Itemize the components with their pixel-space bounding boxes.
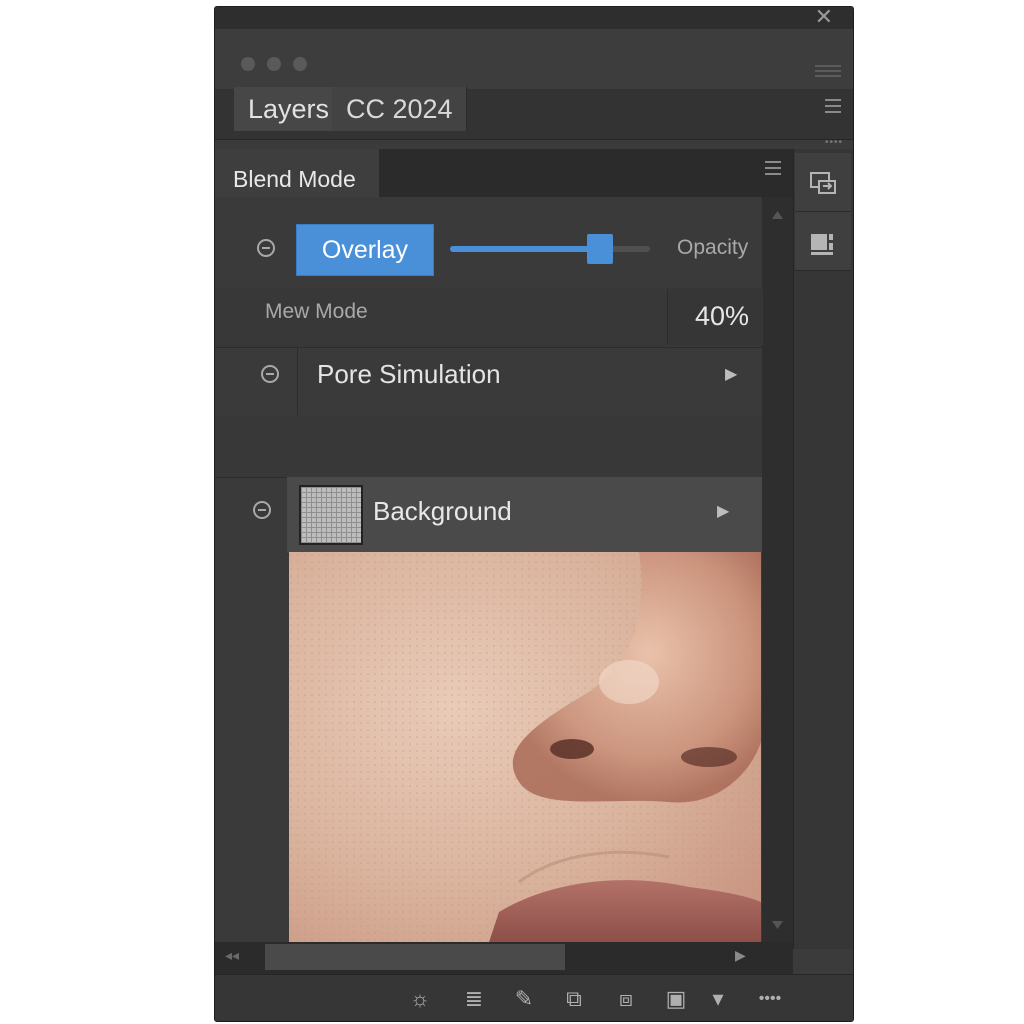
link-icon[interactable]: ⧈ — [611, 982, 641, 1016]
layer-visibility-icon[interactable] — [253, 501, 271, 519]
chevron-down-icon[interactable]: ▾ — [703, 982, 733, 1016]
visibility-toggle-icon[interactable] — [257, 239, 275, 257]
layer-thumbnail — [299, 485, 363, 545]
arrange-button[interactable] — [795, 153, 851, 212]
mode-label: Mew Mode — [265, 300, 368, 323]
window-dot-icon[interactable] — [267, 57, 281, 71]
close-icon[interactable]: ✕ — [815, 7, 833, 29]
window-dot-icon[interactable] — [241, 57, 255, 71]
expand-arrow-icon[interactable]: ▶ — [725, 364, 737, 384]
tab-blend-mode[interactable]: Blend Mode — [215, 149, 379, 197]
opacity-label: Opacity — [677, 236, 749, 259]
opacity-slider-handle[interactable] — [587, 234, 613, 264]
mode-value-box[interactable]: 40% — [667, 289, 763, 345]
tab-cc-2024[interactable]: CC 2024 — [332, 87, 467, 131]
brush-icon[interactable]: ✎ — [509, 982, 539, 1016]
arrange-icon — [810, 172, 836, 194]
layers-panel: ✕ Layers CC 2024 •••• Blend Mode Overlay… — [214, 6, 854, 1022]
layer-name: Pore Simulation — [317, 359, 501, 389]
window-dot-icon[interactable] — [293, 57, 307, 71]
skin-preview-image — [289, 552, 761, 942]
opacity-slider-fill — [450, 246, 600, 252]
scroll-down-icon[interactable] — [762, 915, 793, 935]
drag-grip-icon[interactable] — [815, 65, 841, 80]
scroll-up-icon[interactable] — [762, 205, 793, 225]
list-icon[interactable]: ≣ — [459, 982, 489, 1016]
scroll-right-icon[interactable]: ▶ — [735, 947, 746, 964]
panel-top-strip — [215, 7, 853, 29]
layer-name: Background — [373, 496, 512, 526]
expand-arrow-icon[interactable]: ▶ — [717, 501, 729, 521]
row-divider — [297, 347, 298, 415]
mask-icon[interactable]: ▣ — [661, 982, 691, 1016]
mode-value: 40% — [694, 301, 749, 331]
title-bar — [215, 29, 853, 89]
align-button[interactable] — [795, 212, 851, 271]
blend-mode-dropdown[interactable]: Overlay — [296, 224, 434, 276]
empty-row — [215, 415, 762, 478]
more-dots-icon: •••• — [824, 137, 843, 148]
panel-menu-icon[interactable] — [825, 99, 841, 117]
tab-layers[interactable]: Layers — [234, 87, 332, 131]
more-icon[interactable]: •••• — [745, 982, 795, 1016]
vertical-scrollbar[interactable] — [762, 197, 793, 942]
sun-icon[interactable]: ☼ — [405, 982, 435, 1016]
align-icon — [811, 234, 833, 255]
scroll-left-icon[interactable]: ◂◂ — [225, 947, 239, 964]
subtab-menu-icon[interactable] — [765, 161, 781, 179]
layer-visibility-icon[interactable] — [261, 365, 279, 383]
frame-icon[interactable]: ⧉ — [559, 982, 589, 1016]
horizontal-scroll-thumb[interactable] — [265, 944, 565, 970]
